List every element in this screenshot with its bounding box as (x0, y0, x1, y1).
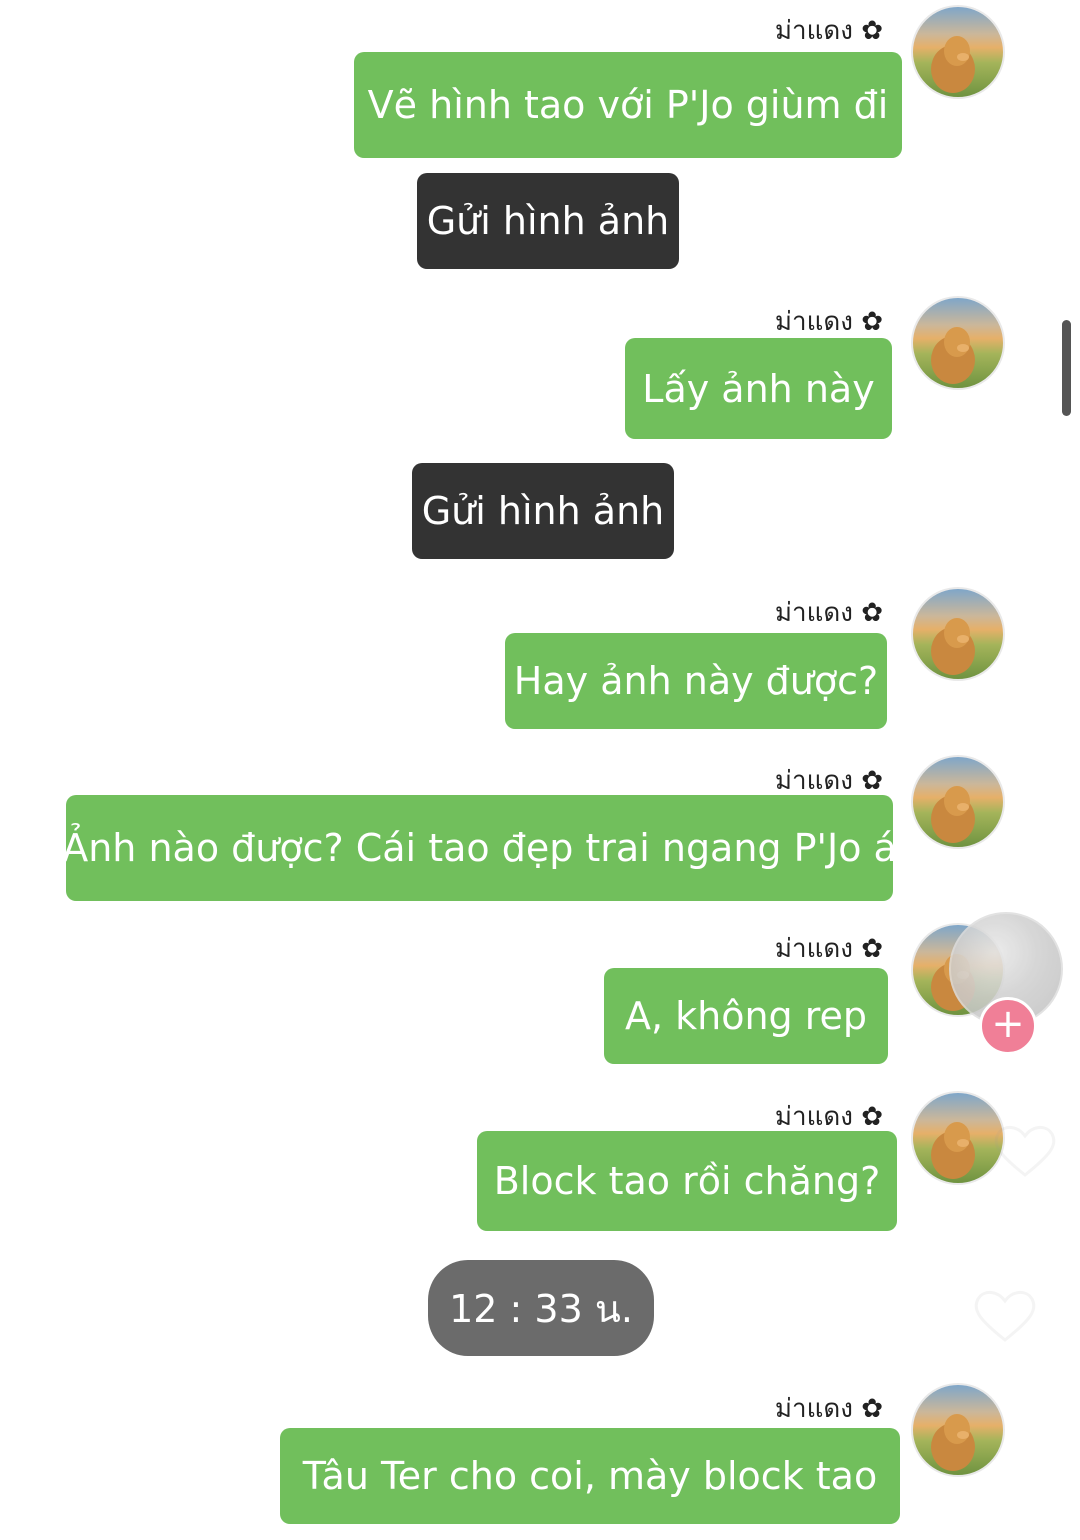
sender-name: ม่าแดง ✿ (774, 598, 883, 628)
message-bubble[interactable]: A, không rep (604, 968, 888, 1064)
message-bubble[interactable]: Tâu Ter cho coi, mày block tao (280, 1428, 900, 1524)
chat-heart-icon (974, 1291, 1036, 1342)
sent-image-notice[interactable]: Gửi hình ảnh (412, 463, 674, 559)
sender-name: ม่าแดง ✿ (774, 16, 883, 46)
notice-text: Gửi hình ảnh (426, 199, 670, 243)
message-text: Block tao rồi chăng? (493, 1159, 881, 1203)
dog-avatar-icon[interactable] (911, 5, 1005, 99)
dog-avatar-icon[interactable] (911, 755, 1005, 849)
sender-name: ม่าแดง ✿ (774, 1394, 883, 1424)
message-text: Lấy ảnh này (642, 366, 875, 411)
message-bubble[interactable]: Lấy ảnh này (625, 338, 892, 439)
message-text: Hay ảnh này được? (513, 659, 879, 703)
message-text: Tâu Ter cho coi, mày block tao (302, 1454, 878, 1498)
plus-icon[interactable]: + (979, 997, 1037, 1055)
dog-avatar-icon[interactable] (911, 296, 1005, 390)
notice-text: Gửi hình ảnh (421, 489, 665, 533)
sender-name: ม่าแดง ✿ (774, 307, 883, 337)
scrollbar-thumb[interactable] (1062, 320, 1071, 416)
message-bubble[interactable]: Block tao rồi chăng? (477, 1131, 897, 1231)
time-text: 12 : 33 น. (449, 1286, 633, 1331)
dog-avatar-icon[interactable] (911, 587, 1005, 681)
message-text: Ảnh nào được? Cái tao đẹp trai ngang P'J… (62, 826, 897, 870)
message-bubble[interactable]: Ảnh nào được? Cái tao đẹp trai ngang P'J… (62, 795, 897, 901)
heart-icon (994, 1126, 1056, 1177)
message-bubble[interactable]: Vẽ hình tao với P'Jo giùm đi (354, 52, 902, 158)
time-separator: 12 : 33 น. (428, 1260, 654, 1356)
sender-name: ม่าแดง ✿ (774, 934, 883, 964)
sent-image-notice[interactable]: Gửi hình ảnh (417, 173, 679, 269)
message-text: A, không rep (624, 994, 868, 1038)
message-text: Vẽ hình tao với P'Jo giùm đi (367, 83, 889, 127)
message-bubble[interactable]: Hay ảnh này được? (505, 633, 887, 729)
dog-avatar-icon[interactable] (911, 1383, 1005, 1477)
